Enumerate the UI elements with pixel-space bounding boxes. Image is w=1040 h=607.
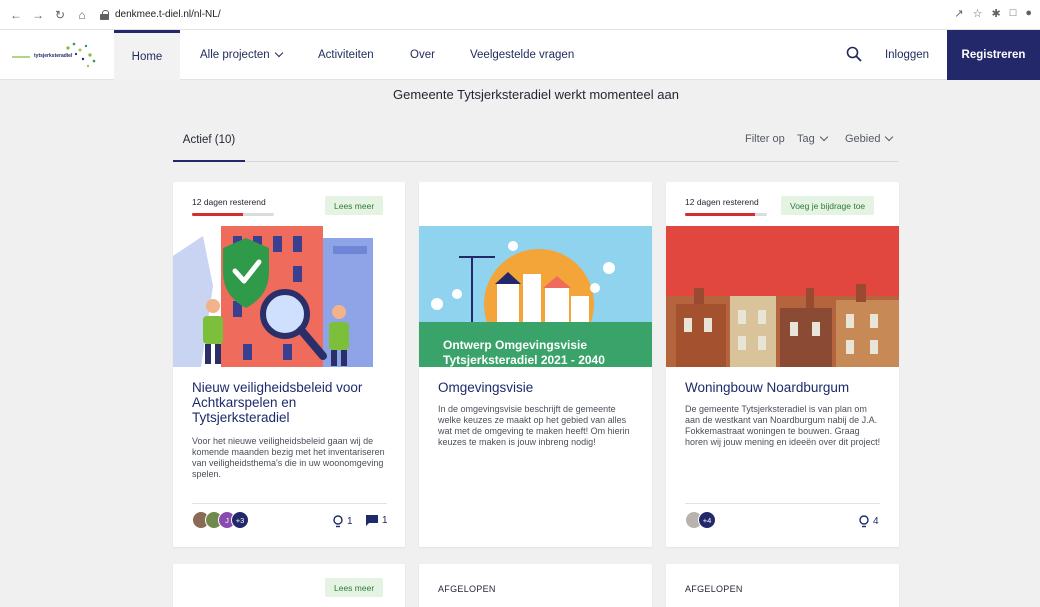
add-contribution-label: Voeg je bijdrage toe — [790, 200, 866, 211]
read-more-label: Lees meer — [334, 582, 375, 593]
back-icon[interactable]: ← — [8, 7, 24, 23]
progress-bar — [685, 213, 767, 216]
share-icon[interactable]: ↗ — [954, 7, 963, 20]
comments-count-value: 1 — [382, 515, 388, 526]
browser-toolbar: ← → ↻ ⌂ denkmee.t-diel.nl/nl-NL/ ↗ ☆ ✱ □… — [0, 0, 1040, 30]
project-description: Voor het nieuwe veiligheidsbeleid gaan w… — [192, 436, 385, 479]
read-more-button[interactable]: Lees meer — [325, 196, 384, 215]
search-icon[interactable] — [846, 46, 862, 62]
project-filter-bar: Actief (10) Filter op Tag Gebied — [173, 120, 898, 162]
nav-home-label: Home — [131, 50, 163, 63]
chevron-down-icon — [819, 132, 828, 142]
chevron-down-icon — [274, 48, 283, 58]
nav-faq[interactable]: Veelgestelde vragen — [470, 30, 574, 80]
progress-bar — [192, 213, 274, 216]
nav-activities[interactable]: Activiteiten — [318, 30, 374, 80]
project-card[interactable]: Ontwerp Omgevingsvisie Tytsjerksteradiel… — [419, 182, 652, 547]
site-logo[interactable]: tytsjerksteradiel — [10, 39, 108, 71]
nav-all-projects-label: Alle projecten — [200, 49, 270, 61]
project-card[interactable]: Lees meer — [173, 564, 405, 607]
sidebar-icon[interactable]: □ — [1010, 7, 1017, 20]
ideas-count: 4 — [859, 515, 879, 528]
comment-icon — [366, 515, 378, 526]
avatar-more-count: +3 — [231, 511, 249, 529]
ideas-count-value: 4 — [873, 516, 879, 527]
filter-area-label: Gebied — [845, 133, 881, 145]
comments-count: 1 — [366, 515, 388, 526]
project-card[interactable]: AFGELOPEN — [419, 564, 652, 607]
project-image-caption: Ontwerp Omgevingsvisie Tytsjerksteradiel… — [443, 338, 605, 367]
login-label: Inloggen — [884, 49, 930, 61]
progress-fill — [192, 213, 243, 216]
url-text[interactable]: denkmee.t-diel.nl/nl-NL/ — [115, 9, 221, 20]
home-icon[interactable]: ⌂ — [74, 7, 90, 23]
lightbulb-icon — [333, 515, 343, 528]
ideas-count: 1 — [333, 515, 353, 528]
tab-active-label: Actief (10) — [182, 134, 236, 146]
register-button[interactable]: Registreren — [947, 30, 1040, 80]
lock-icon — [100, 9, 109, 20]
nav-about[interactable]: Over — [410, 30, 435, 80]
project-image-omgevingsvisie: Ontwerp Omgevingsvisie Tytsjerksteradiel… — [419, 226, 652, 367]
register-label: Registreren — [961, 49, 1026, 61]
nav-about-label: Over — [410, 49, 435, 61]
nav-home[interactable]: Home — [114, 30, 180, 80]
card-divider — [192, 503, 387, 504]
page-headline: Gemeente Tytsjerksteradiel werkt momente… — [393, 87, 679, 102]
filter-tag-dropdown[interactable]: Tag — [797, 132, 828, 145]
filter-tag-label: Tag — [797, 133, 815, 145]
logo-text: tytsjerksteradiel — [34, 53, 73, 59]
read-more-button[interactable]: Lees meer — [325, 578, 384, 597]
chevron-down-icon — [885, 132, 894, 142]
project-card[interactable]: AFGELOPEN — [666, 564, 899, 607]
nav-activities-label: Activiteiten — [318, 49, 374, 61]
participant-avatars: +4 — [685, 511, 716, 529]
project-title[interactable]: Nieuw veiligheidsbeleid voor Achtkarspel… — [192, 380, 392, 425]
ideas-count-value: 1 — [347, 516, 353, 527]
lightbulb-icon — [859, 515, 869, 528]
reload-icon[interactable]: ↻ — [52, 7, 68, 23]
nav-faq-label: Veelgestelde vragen — [470, 49, 575, 61]
days-remaining: 12 dagen resterend — [685, 197, 759, 207]
project-image-safety — [173, 226, 405, 367]
progress-fill — [685, 213, 755, 216]
card-divider — [685, 503, 880, 504]
project-description: De gemeente Tytsjerksteradiel is van pla… — [685, 404, 881, 447]
project-card[interactable]: 12 dagen resterend Lees meer Nieuw veili… — [173, 182, 405, 547]
status-badge: AFGELOPEN — [685, 584, 743, 594]
tab-active[interactable]: Actief (10) — [173, 120, 245, 162]
project-title[interactable]: Omgevingsvisie — [438, 380, 638, 395]
forward-icon[interactable]: → — [30, 7, 46, 23]
address-bar[interactable]: denkmee.t-diel.nl/nl-NL/ — [100, 9, 221, 20]
filter-label: Filter op — [745, 133, 785, 145]
login-link[interactable]: Inloggen — [878, 30, 936, 80]
project-image-woningbouw — [666, 226, 899, 367]
avatar-more-count: +4 — [698, 511, 716, 529]
read-more-label: Lees meer — [334, 200, 375, 211]
extensions-icon[interactable]: ✱ — [991, 7, 1000, 20]
days-remaining: 12 dagen resterend — [192, 197, 266, 207]
filter-area-dropdown[interactable]: Gebied — [845, 132, 894, 145]
profile-icon[interactable]: ● — [1025, 7, 1032, 20]
star-icon[interactable]: ☆ — [973, 7, 983, 20]
status-badge: AFGELOPEN — [438, 584, 496, 594]
project-title[interactable]: Woningbouw Noardburgum — [685, 380, 885, 395]
participant-avatars: J +3 — [192, 511, 249, 529]
add-contribution-button[interactable]: Voeg je bijdrage toe — [781, 196, 875, 215]
project-card[interactable]: 12 dagen resterend Voeg je bijdrage toe — [666, 182, 899, 547]
project-description: In de omgevingsvisie beschrijft de gemee… — [438, 404, 630, 447]
site-header: tytsjerksteradiel Home Alle projecten Ac… — [0, 30, 1040, 80]
nav-all-projects[interactable]: Alle projecten — [200, 30, 283, 80]
